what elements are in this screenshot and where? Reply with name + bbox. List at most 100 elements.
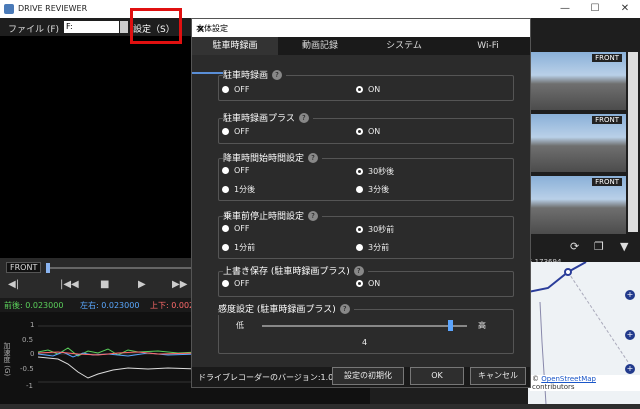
tab-parking-recording[interactable]: 駐車時録画 [192, 37, 278, 55]
front-back-value: 前後: 0.023000 [4, 301, 64, 310]
radio-option[interactable]: OFF [222, 279, 250, 288]
thumbnail-label: FRONT [592, 54, 622, 62]
maximize-button[interactable]: ☐ [580, 1, 610, 17]
tab-wifi[interactable]: Wi-Fi [446, 37, 530, 55]
status-bar [0, 404, 640, 409]
path-dropdown-button[interactable] [120, 21, 128, 33]
radio-option[interactable]: 30秒前 [356, 224, 394, 235]
dialog-footer: ドライブレコーダーのバージョン:1.01 設定の初期化 OK キャンセル [192, 367, 530, 387]
radio-icon [356, 186, 363, 193]
radio-option[interactable]: 3分前 [356, 242, 389, 253]
menu-file[interactable]: ファイル (F) [8, 22, 59, 35]
radio-option[interactable]: 1分後 [222, 184, 255, 195]
radio-selected-icon [356, 168, 363, 175]
thumbnail[interactable]: FRONT [530, 52, 626, 110]
camera-label: FRONT [6, 262, 42, 273]
left-right-value: 左右: 0.023000 [80, 301, 140, 310]
thumbnail-scrollbar[interactable] [628, 52, 638, 232]
group-sensitivity [218, 309, 514, 354]
radio-icon [222, 167, 229, 174]
radio-option[interactable]: 3分後 [356, 184, 389, 195]
group-title-text: 降車時間始時間設定 [223, 154, 305, 164]
radio-label: 1分前 [234, 243, 256, 252]
sensitivity-slider-handle[interactable] [448, 320, 454, 331]
firmware-version: ドライブレコーダーのバージョン:1.01 [198, 373, 339, 382]
graph-tick: 1 [30, 321, 35, 329]
dialog-tabs: 駐車時録画 動画記録 システム Wi-Fi [192, 37, 530, 74]
map-attribution-link[interactable]: OpenStreetMap [541, 375, 596, 383]
radio-icon [222, 128, 229, 135]
sensitivity-slider[interactable] [262, 325, 467, 327]
radio-option[interactable]: ON [356, 279, 380, 288]
map-plus-icon[interactable]: + [625, 364, 635, 374]
map-plus-icon[interactable]: + [625, 290, 635, 300]
triangle-down-icon[interactable]: ▼ [620, 240, 628, 253]
radio-option[interactable]: 30秒後 [356, 166, 394, 177]
radio-icon [222, 225, 229, 232]
refresh-icon[interactable]: ⟳ [570, 240, 579, 253]
radio-option[interactable]: 1分前 [222, 242, 255, 253]
radio-option[interactable]: OFF [222, 127, 250, 136]
dialog-title-bar: 本体設定 ✕ [192, 19, 530, 37]
help-icon[interactable]: ? [272, 70, 283, 80]
help-icon[interactable]: ? [353, 266, 364, 276]
window-icon[interactable]: ❐ [594, 240, 604, 253]
radio-label: 1分後 [234, 185, 256, 194]
settings-dialog: 本体設定 ✕ 駐車時録画 動画記録 システム Wi-Fi 駐車時録画? OFF … [191, 18, 531, 388]
help-icon[interactable]: ? [308, 211, 319, 221]
tab-system[interactable]: システム [362, 37, 446, 55]
map-plus-icon[interactable]: + [625, 330, 635, 340]
frame-back-icon[interactable]: ◀| [8, 279, 19, 290]
close-button[interactable]: ✕ [610, 1, 640, 17]
app-icon [4, 4, 14, 14]
radio-label: ON [368, 85, 381, 94]
radio-label: ON [368, 127, 381, 136]
seek-handle[interactable] [46, 263, 50, 273]
radio-icon [356, 244, 363, 251]
skip-back-icon[interactable]: |◀◀ [60, 279, 79, 290]
group-title-text: 駐車時録画 [223, 71, 269, 81]
radio-option[interactable]: ON [356, 127, 380, 136]
help-icon[interactable]: ? [339, 304, 350, 314]
dialog-close-icon[interactable]: ✕ [196, 23, 524, 36]
minimize-button[interactable]: — [550, 1, 580, 17]
radio-selected-icon [356, 86, 363, 93]
help-icon[interactable]: ? [308, 153, 319, 163]
radio-option[interactable]: OFF [222, 85, 250, 94]
map-view[interactable]: + + + © OpenStreetMap contributors [528, 262, 640, 404]
skip-forward-icon[interactable]: ▶▶ [172, 279, 187, 290]
radio-label: OFF [234, 85, 250, 94]
radio-label: 30秒後 [368, 167, 395, 176]
radio-option[interactable]: ON [356, 85, 380, 94]
thumbnail[interactable]: FRONT [530, 114, 626, 172]
thumbnail-panel: FRONT FRONT FRONT [528, 36, 640, 266]
radio-label: 3分前 [368, 243, 390, 252]
group-title-text: 乗車前停止時間設定 [223, 212, 305, 222]
play-icon[interactable]: ▶ [138, 279, 146, 290]
app-title: DRIVE REVIEWER [18, 4, 88, 13]
radio-icon [222, 244, 229, 251]
radio-label: OFF [234, 127, 250, 136]
group-title: 駐車時録画? [223, 68, 287, 81]
group-title-text: 感度設定 (駐車時録画プラス) [218, 305, 336, 315]
graph-plot [38, 325, 198, 383]
stop-icon[interactable]: ■ [100, 279, 109, 290]
ok-button[interactable]: OK [410, 367, 464, 385]
slider-high-label: 高 [478, 321, 486, 330]
radio-label: ON [368, 279, 381, 288]
radio-selected-icon [356, 128, 363, 135]
group-title-text: 駐車時録画プラス [223, 114, 295, 124]
radio-option[interactable]: OFF [222, 224, 250, 233]
tab-video-recording[interactable]: 動画記録 [278, 37, 362, 55]
reset-settings-button[interactable]: 設定の初期化 [332, 367, 404, 385]
help-icon[interactable]: ? [298, 113, 309, 123]
radio-option[interactable]: OFF [222, 166, 250, 175]
map-attribution-prefix: © [532, 375, 539, 383]
path-input[interactable]: F: [64, 21, 119, 33]
graph-ylabel: 加速度 (G) [3, 342, 11, 377]
thumbnail[interactable]: FRONT [530, 176, 626, 234]
cancel-button[interactable]: キャンセル [470, 367, 526, 385]
radio-icon [222, 86, 229, 93]
thumbnail-label: FRONT [592, 116, 622, 124]
sensitivity-value: 4 [362, 338, 368, 347]
